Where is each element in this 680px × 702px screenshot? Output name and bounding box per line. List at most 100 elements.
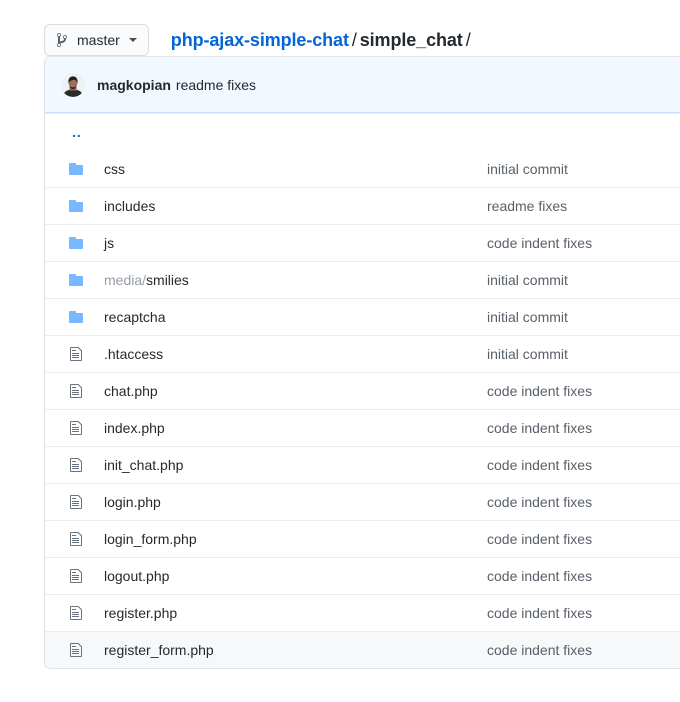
file-icon	[61, 420, 93, 436]
file-icon	[61, 605, 93, 621]
breadcrumb-separator-1: /	[351, 29, 357, 50]
repo-file-browser: master php-ajax-simple-chat / simple_chat /	[0, 0, 680, 702]
row-name-text: includes	[104, 198, 156, 214]
row-commit-message[interactable]: code indent fixes	[487, 420, 592, 436]
row-commit-message[interactable]: initial commit	[487, 272, 568, 288]
table-row[interactable]: init_chat.php code indent fixes	[45, 446, 680, 483]
file-link[interactable]: index.php	[104, 420, 165, 436]
table-row[interactable]: register_form.php code indent fixes	[45, 631, 680, 668]
commit-message-text[interactable]: readme fixes	[176, 77, 256, 93]
row-commit-message[interactable]: initial commit	[487, 309, 568, 325]
file-link[interactable]: chat.php	[104, 383, 158, 399]
row-name-cell: register_form.php	[93, 642, 485, 658]
row-commit-message[interactable]: readme fixes	[487, 198, 567, 214]
file-icon	[61, 346, 93, 362]
parent-directory-row[interactable]: ..	[45, 113, 680, 150]
row-name-text: init_chat.php	[104, 457, 184, 473]
file-icon	[61, 383, 93, 399]
file-link[interactable]: .htaccess	[104, 346, 163, 362]
table-row[interactable]: includes readme fixes	[45, 187, 680, 224]
row-name-cell: chat.php	[93, 383, 485, 399]
row-name-text: index.php	[104, 420, 165, 436]
table-row[interactable]: recaptcha initial commit	[45, 298, 680, 335]
row-commit-message[interactable]: code indent fixes	[487, 235, 592, 251]
file-link[interactable]: login.php	[104, 494, 161, 510]
latest-commit-header: magkopian readme fixes	[45, 57, 680, 113]
row-commit-message[interactable]: initial commit	[487, 346, 568, 362]
row-name-cell: index.php	[93, 420, 485, 436]
row-commit-message[interactable]: code indent fixes	[487, 531, 592, 547]
row-commit-cell: code indent fixes	[485, 605, 680, 621]
row-name-text: login.php	[104, 494, 161, 510]
table-row[interactable]: logout.php code indent fixes	[45, 557, 680, 594]
breadcrumb-repo-link[interactable]: php-ajax-simple-chat	[171, 30, 349, 50]
row-name-cell: login_form.php	[93, 531, 485, 547]
row-name-cell: logout.php	[93, 568, 485, 584]
row-commit-cell: code indent fixes	[485, 383, 680, 399]
row-name-text: register_form.php	[104, 642, 214, 658]
folder-icon	[61, 235, 93, 251]
breadcrumb: php-ajax-simple-chat / simple_chat /	[171, 28, 474, 52]
row-commit-message[interactable]: code indent fixes	[487, 568, 592, 584]
folder-link[interactable]: css	[104, 161, 125, 177]
row-name-text: login_form.php	[104, 531, 197, 547]
table-row[interactable]: css initial commit	[45, 150, 680, 187]
row-commit-message[interactable]: code indent fixes	[487, 642, 592, 658]
row-name-text: js	[104, 235, 115, 251]
row-commit-cell: initial commit	[485, 272, 680, 288]
row-commit-message[interactable]: initial commit	[487, 161, 568, 177]
branch-selector-button[interactable]: master	[44, 23, 149, 56]
file-icon	[61, 568, 93, 584]
file-link[interactable]: logout.php	[104, 568, 169, 584]
folder-icon	[61, 161, 93, 177]
file-link[interactable]: init_chat.php	[104, 457, 183, 473]
table-row[interactable]: chat.php code indent fixes	[45, 372, 680, 409]
row-commit-cell: initial commit	[485, 346, 680, 362]
row-commit-cell: initial commit	[485, 161, 680, 177]
folder-link[interactable]: includes	[104, 198, 155, 214]
git-branch-icon	[56, 32, 70, 48]
table-row[interactable]: login_form.php code indent fixes	[45, 520, 680, 557]
row-name-text: chat.php	[104, 383, 158, 399]
row-commit-cell: code indent fixes	[485, 642, 680, 658]
folder-link[interactable]: media/smilies	[104, 272, 189, 288]
table-row[interactable]: media/smilies initial commit	[45, 261, 680, 298]
file-link[interactable]: login_form.php	[104, 531, 197, 547]
row-name-prefix: media/	[104, 272, 147, 288]
folder-icon	[61, 272, 93, 288]
commit-author-name[interactable]: magkopian	[97, 77, 171, 93]
row-commit-message[interactable]: code indent fixes	[487, 383, 592, 399]
row-commit-cell: readme fixes	[485, 198, 680, 214]
folder-link[interactable]: recaptcha	[104, 309, 165, 325]
user-avatar[interactable]	[61, 72, 85, 97]
file-table: magkopian readme fixes .. css initial com…	[44, 56, 680, 669]
folder-link[interactable]: js	[104, 235, 114, 251]
table-row[interactable]: register.php code indent fixes	[45, 594, 680, 631]
row-name-cell: login.php	[93, 494, 485, 510]
row-name-cell: init_chat.php	[93, 457, 485, 473]
row-commit-cell: code indent fixes	[485, 235, 680, 251]
row-name-cell: .htaccess	[93, 346, 485, 362]
file-icon	[61, 494, 93, 510]
row-commit-cell: code indent fixes	[485, 531, 680, 547]
repo-toolbar: master php-ajax-simple-chat / simple_chat /	[0, 0, 680, 56]
chevron-down-icon	[128, 37, 137, 42]
file-icon	[61, 531, 93, 547]
row-commit-message[interactable]: code indent fixes	[487, 494, 592, 510]
table-row[interactable]: login.php code indent fixes	[45, 483, 680, 520]
table-row[interactable]: .htaccess initial commit	[45, 335, 680, 372]
folder-icon	[61, 309, 93, 325]
row-commit-message[interactable]: code indent fixes	[487, 457, 592, 473]
file-link[interactable]: register.php	[104, 605, 177, 621]
parent-directory-link[interactable]: ..	[61, 124, 82, 140]
row-name-cell: media/smilies	[93, 272, 485, 288]
table-row[interactable]: js code indent fixes	[45, 224, 680, 261]
branch-name-label: master	[77, 31, 120, 48]
row-name-text: logout.php	[104, 568, 170, 584]
row-name-cell: includes	[93, 198, 485, 214]
table-row[interactable]: index.php code indent fixes	[45, 409, 680, 446]
file-rows: css initial commit includes readme fixes js c…	[45, 150, 680, 668]
file-link[interactable]: register_form.php	[104, 642, 214, 658]
row-commit-message[interactable]: code indent fixes	[487, 605, 592, 621]
row-commit-cell: code indent fixes	[485, 494, 680, 510]
